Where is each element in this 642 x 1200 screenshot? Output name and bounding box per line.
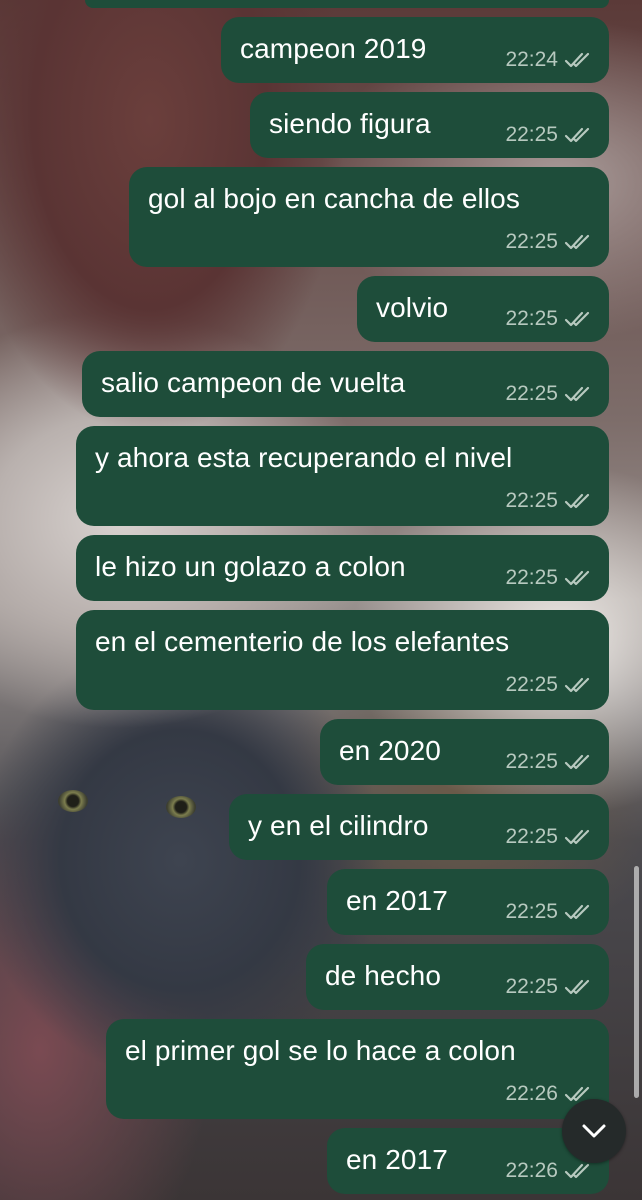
message-time: 22:25 (505, 123, 558, 146)
message-bubble[interactable]: gol al bojo en cancha de ellos 22:25 (129, 167, 609, 267)
message-bubble[interactable]: y ahora esta recuperando el nivel 22:25 (76, 426, 609, 526)
message-meta: 22:26 (505, 1160, 592, 1182)
message-meta: 22:25 (505, 976, 592, 998)
double-check-icon (564, 127, 590, 143)
message-time: 22:25 (505, 825, 558, 848)
message-meta: 22:25 (505, 308, 592, 330)
message-bubble[interactable]: volvio 22:25 (357, 276, 609, 342)
message-time: 22:25 (505, 489, 558, 512)
double-check-icon (564, 570, 590, 586)
double-check-icon (564, 829, 590, 845)
message-meta: 22:25 (505, 383, 592, 405)
double-check-icon (564, 904, 590, 920)
message-bubble[interactable]: el primer gol se lo hace a colon 22:26 (106, 1019, 609, 1119)
message-meta: 22:25 (505, 826, 592, 848)
message-meta: 22:25 (505, 231, 592, 253)
double-check-icon (564, 311, 590, 327)
message-meta: 22:25 (505, 567, 592, 589)
previous-message-bubble[interactable] (85, 0, 609, 8)
message-meta: 22:24 (505, 49, 592, 71)
message-bubble[interactable]: en 2017 22:25 (327, 869, 609, 935)
message-time: 22:26 (505, 1159, 558, 1182)
message-bubble[interactable]: le hizo un golazo a colon 22:25 (76, 535, 609, 601)
double-check-icon (564, 386, 590, 402)
cat-eye-right (166, 796, 196, 818)
message-text: campeon 2019 (240, 33, 427, 64)
message-text: siendo figura (269, 108, 431, 139)
message-time: 22:25 (505, 975, 558, 998)
message-text: en 2017 (346, 1144, 448, 1175)
message-time: 22:25 (505, 900, 558, 923)
message-time: 22:25 (505, 230, 558, 253)
message-meta: 22:25 (505, 490, 592, 512)
double-check-icon (564, 677, 590, 693)
scroll-to-bottom-button[interactable] (562, 1099, 626, 1163)
message-bubble[interactable]: en 2020 22:25 (320, 719, 609, 785)
message-meta: 22:25 (505, 901, 592, 923)
message-text: le hizo un golazo a colon (95, 551, 406, 582)
message-bubble[interactable]: salio campeon de vuelta 22:25 (82, 351, 609, 417)
message-text: el primer gol se lo hace a colon (125, 1035, 516, 1066)
message-text: salio campeon de vuelta (101, 367, 406, 398)
message-bubble[interactable]: siendo figura 22:25 (250, 92, 609, 158)
double-check-icon (564, 979, 590, 995)
message-text: en el cementerio de los elefantes (95, 626, 510, 657)
message-bubble[interactable]: en el cementerio de los elefantes 22:25 (76, 610, 609, 710)
message-text: y ahora esta recuperando el nivel (95, 442, 513, 473)
message-time: 22:25 (505, 750, 558, 773)
message-meta: 22:25 (505, 674, 592, 696)
double-check-icon (564, 493, 590, 509)
message-text: y en el cilindro (248, 810, 429, 841)
message-time: 22:25 (505, 382, 558, 405)
scrollbar[interactable] (634, 866, 639, 1098)
message-text: en 2020 (339, 735, 441, 766)
message-time: 22:26 (505, 1082, 558, 1105)
message-text: en 2017 (346, 885, 448, 916)
cat-eye-left (58, 790, 88, 812)
message-bubble[interactable]: y en el cilindro 22:25 (229, 794, 609, 860)
message-time: 22:24 (505, 48, 558, 71)
message-text: de hecho (325, 960, 442, 991)
message-bubble[interactable]: de hecho 22:25 (306, 944, 609, 1010)
message-meta: 22:25 (505, 124, 592, 146)
message-time: 22:25 (505, 307, 558, 330)
chevron-down-icon (582, 1124, 606, 1138)
double-check-icon (564, 234, 590, 250)
double-check-icon (564, 754, 590, 770)
message-bubble[interactable]: campeon 2019 22:24 (221, 17, 609, 83)
message-text: gol al bojo en cancha de ellos (148, 183, 520, 214)
message-time: 22:25 (505, 673, 558, 696)
message-text: volvio (376, 292, 449, 323)
double-check-icon (564, 52, 590, 68)
message-meta: 22:25 (505, 751, 592, 773)
double-check-icon (564, 1163, 590, 1179)
message-time: 22:25 (505, 566, 558, 589)
